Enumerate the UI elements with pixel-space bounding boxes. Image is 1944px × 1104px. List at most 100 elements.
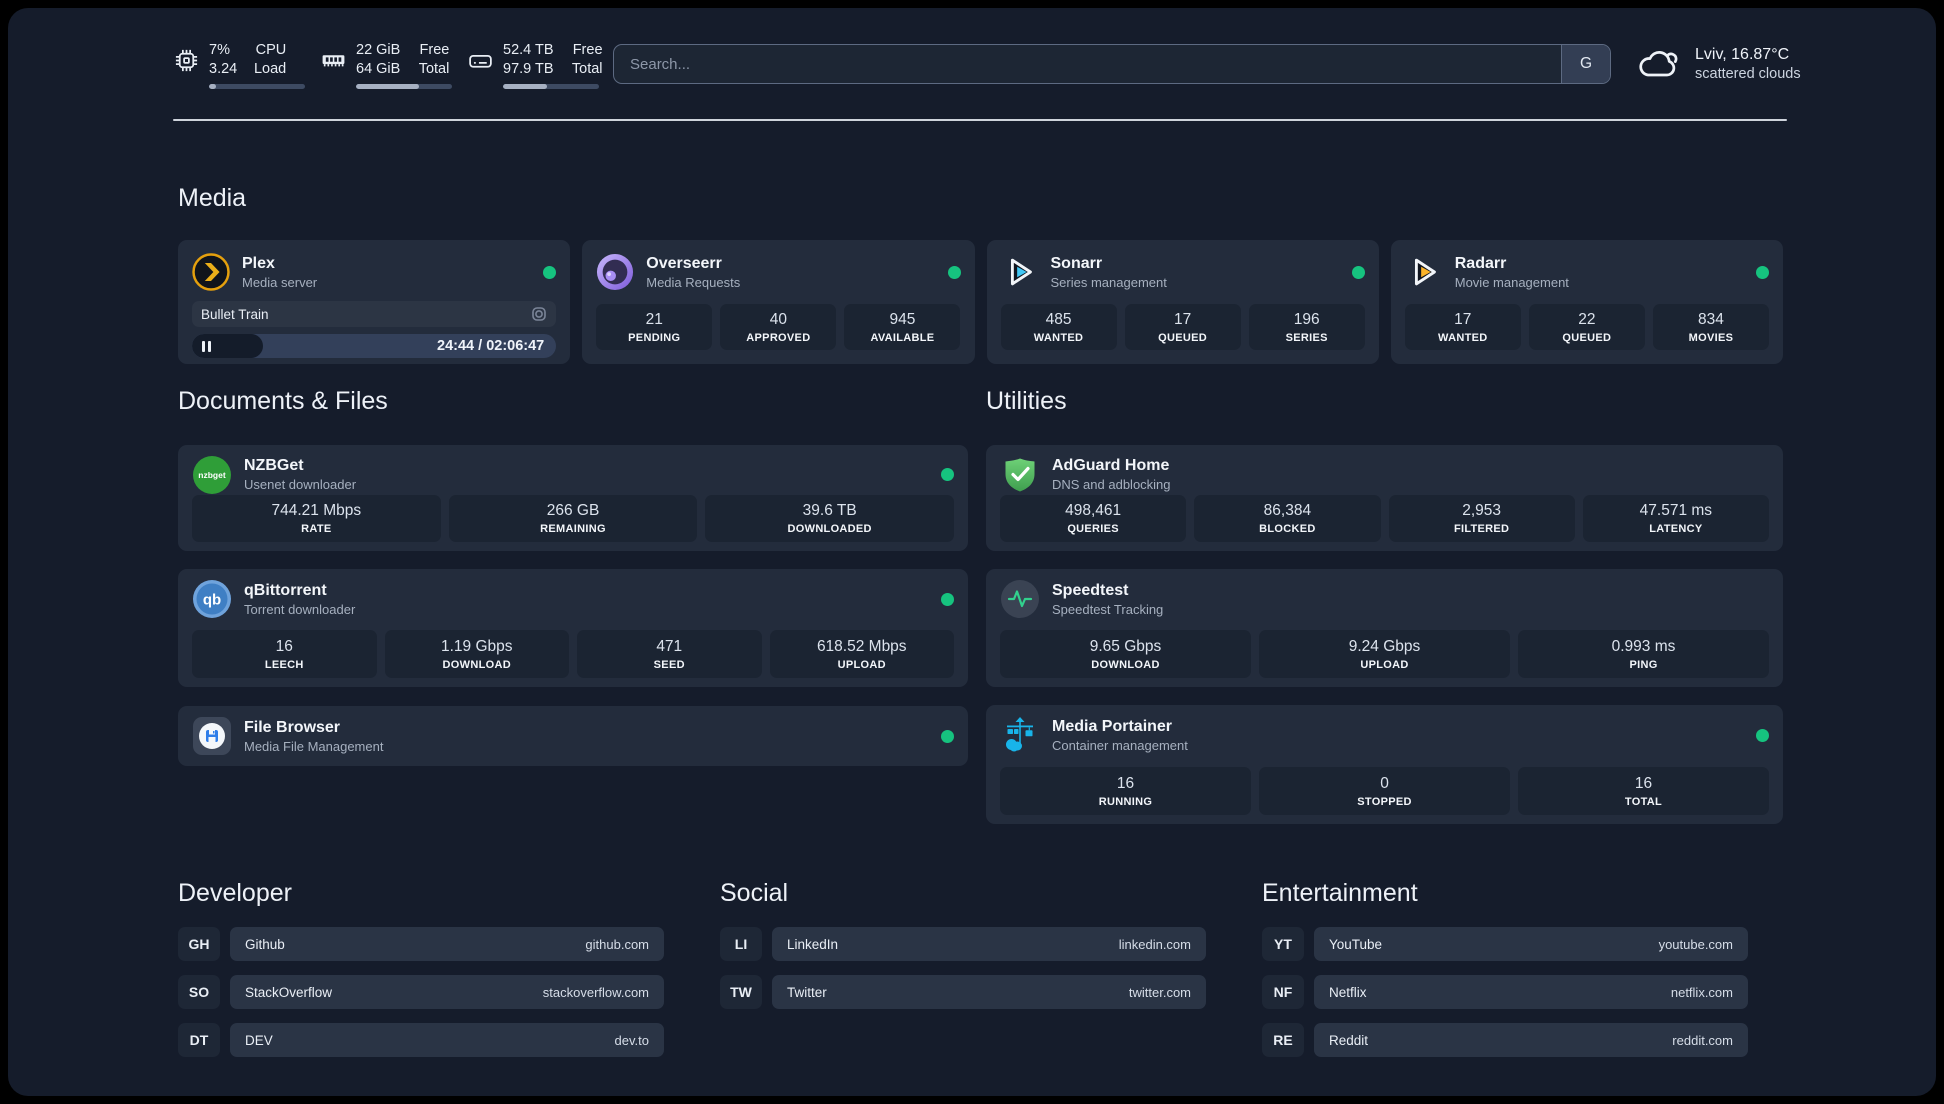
playback-progress-fill <box>192 334 264 358</box>
bookmark-reddit[interactable]: RE Reddit reddit.com <box>1262 1023 1748 1057</box>
section-utilities: Utilities AdGuard Home DNS and adblockin… <box>986 386 1783 824</box>
weather-widget: Lviv, 16.87°C scattered clouds <box>1636 44 1801 84</box>
status-dot <box>1756 728 1769 742</box>
weather-location-temp: Lviv, 16.87°C <box>1695 46 1790 63</box>
adguard-icon <box>1005 458 1035 492</box>
radarr-icon <box>1414 258 1436 286</box>
stat-tile: 47.571 ms LATENCY <box>1582 495 1769 542</box>
stat-tile: 945 AVAILABLE <box>844 304 961 350</box>
stat-tile: 17 WANTED <box>1404 304 1521 350</box>
plex-icon <box>192 253 230 291</box>
bookmark-pill: LinkedIn linkedin.com <box>772 927 1206 961</box>
status-dot <box>1351 265 1365 279</box>
memory-stat: 22 GiB 64 GiB Free Total <box>320 41 452 89</box>
bookmark-abbr: RE <box>1262 1023 1304 1057</box>
playback-time: 24:44 / 02:06:47 <box>437 338 545 354</box>
bookmark-group-social: Social LI LinkedIn linkedin.com TW Twitt… <box>720 878 1206 1071</box>
bookmark-youtube[interactable]: YT YouTube youtube.com <box>1262 927 1748 961</box>
stat-tile: 0.993 ms PING <box>1518 630 1769 678</box>
app-card-file-browser[interactable]: File Browser Media File Management <box>178 706 968 766</box>
app-card-plex[interactable]: Plex Media server Bullet Train 24:44 / 0 <box>178 240 571 364</box>
bookmark-github[interactable]: GH Github github.com <box>178 927 664 961</box>
bookmark-netflix[interactable]: NF Netflix netflix.com <box>1262 975 1748 1009</box>
app-name: File Browser <box>244 718 341 736</box>
system-stats: 7% 3.24 CPU Load 22 GiB 64 GiB Free Tota… <box>173 41 603 89</box>
storage-values: 52.4 TB 97.9 TB <box>503 42 554 77</box>
sonarr-icon <box>1010 258 1032 286</box>
memory-labels: Free Total <box>418 42 450 77</box>
section-title-media: Media <box>178 184 247 212</box>
bookmark-pill: Github github.com <box>230 927 664 961</box>
stat-tile: 16 RUNNING <box>1000 767 1251 815</box>
bookmark-dev[interactable]: DT DEV dev.to <box>178 1023 664 1057</box>
weather-condition: scattered clouds <box>1695 66 1801 82</box>
app-name: AdGuard Home <box>1052 457 1170 475</box>
bookmark-pill: YouTube youtube.com <box>1314 927 1748 961</box>
svg-text:nzbget: nzbget <box>198 470 226 480</box>
stat-tile: 9.65 Gbps DOWNLOAD <box>1000 630 1251 678</box>
app-subtitle: Movie management <box>1454 274 1569 290</box>
cloud-icon <box>1639 51 1678 77</box>
qbittorrent-icon: qb <box>193 580 231 618</box>
app-subtitle: Usenet downloader <box>244 477 357 493</box>
bookmark-pill: StackOverflow stackoverflow.com <box>230 975 664 1009</box>
cpu-values: 7% 3.24 <box>209 42 238 77</box>
storage-stat: 52.4 TB 97.9 TB Free Total <box>467 41 603 89</box>
bookmarks-area: Developer GH Github github.com SO StackO… <box>178 878 1748 1071</box>
app-card-portainer[interactable]: Media Portainer Container management 16 R… <box>986 705 1783 824</box>
stat-tile: 485 WANTED <box>1000 304 1117 350</box>
header-divider <box>173 119 1787 121</box>
app-subtitle: Container management <box>1052 737 1188 753</box>
bookmark-stackoverflow[interactable]: SO StackOverflow stackoverflow.com <box>178 975 664 1009</box>
stat-tile: 9.24 Gbps UPLOAD <box>1259 630 1510 678</box>
app-card-speedtest[interactable]: Speedtest Speedtest Tracking 9.65 Gbps DO… <box>986 569 1783 687</box>
section-title-entertainment: Entertainment <box>1262 879 1418 907</box>
cpu-labels: CPU Load <box>253 42 287 77</box>
section-title-social: Social <box>720 879 789 907</box>
app-card-overseerr[interactable]: Overseerr Media Requests 21 PENDING 40 APP… <box>582 240 975 364</box>
memory-values: 22 GiB 64 GiB <box>356 42 401 77</box>
app-subtitle: Series management <box>1050 274 1167 290</box>
bookmark-abbr: TW <box>720 975 762 1009</box>
app-name: Media Portainer <box>1052 717 1173 735</box>
stat-tile: 21 PENDING <box>596 304 713 350</box>
search-bar: G <box>613 44 1611 84</box>
app-card-sonarr[interactable]: Sonarr Series management 485 WANTED 17 QUE… <box>986 240 1379 364</box>
bookmark-group-entertainment: Entertainment YT YouTube youtube.com NF … <box>1262 878 1748 1071</box>
memory-progress-bar <box>356 84 452 89</box>
stat-tile: 0 STOPPED <box>1259 767 1510 815</box>
search-engine-button[interactable]: G <box>1561 45 1610 83</box>
bookmark-group-developer: Developer GH Github github.com SO StackO… <box>178 878 664 1071</box>
memory-ram-icon <box>322 54 345 66</box>
app-card-qbittorrent[interactable]: qb qBittorrent Torrent downloader 16 LEEC… <box>178 569 968 687</box>
bookmark-pill: Reddit reddit.com <box>1314 1023 1748 1057</box>
cpu-progress-bar <box>209 84 305 89</box>
track-title: Bullet Train <box>201 306 269 322</box>
section-title-developer: Developer <box>178 879 292 907</box>
stat-tile: 471 SEED <box>577 630 762 678</box>
app-subtitle: Media server <box>242 274 318 290</box>
app-name: Overseerr <box>646 254 722 272</box>
playback-progress[interactable]: 24:44 / 02:06:47 <box>192 334 557 358</box>
stat-tile: 196 SERIES <box>1248 304 1365 350</box>
app-subtitle: Media Requests <box>646 274 741 290</box>
stat-tile: 22 QUEUED <box>1528 304 1645 350</box>
svg-text:qb: qb <box>203 592 221 609</box>
bookmark-linkedin[interactable]: LI LinkedIn linkedin.com <box>720 927 1206 961</box>
cpu-stat: 7% 3.24 CPU Load <box>173 41 305 89</box>
status-dot <box>543 265 557 279</box>
overseerr-icon <box>597 253 634 291</box>
search-input[interactable] <box>614 45 1561 83</box>
storage-labels: Free Total <box>571 42 603 77</box>
status-dot <box>941 468 954 482</box>
pause-icon[interactable] <box>202 340 211 352</box>
app-card-adguard-home[interactable]: AdGuard Home DNS and adblocking 498,461 Q… <box>986 445 1783 551</box>
nzbget-icon: nzbget <box>193 455 231 494</box>
app-card-radarr[interactable]: Radarr Movie management 17 WANTED 22 QUEUE… <box>1390 240 1783 364</box>
app-card-nzbget[interactable]: nzbget NZBGet Usenet downloader 744.21 M… <box>178 445 968 551</box>
app-name: Speedtest <box>1052 581 1129 599</box>
bookmark-twitter[interactable]: TW Twitter twitter.com <box>720 975 1206 1009</box>
stat-tile: 39.6 TB DOWNLOADED <box>705 495 955 542</box>
section-documents-files: Documents & Files nzbget NZBGet Usenet d… <box>178 386 968 766</box>
stat-tile: 1.19 Gbps DOWNLOAD <box>384 630 569 678</box>
